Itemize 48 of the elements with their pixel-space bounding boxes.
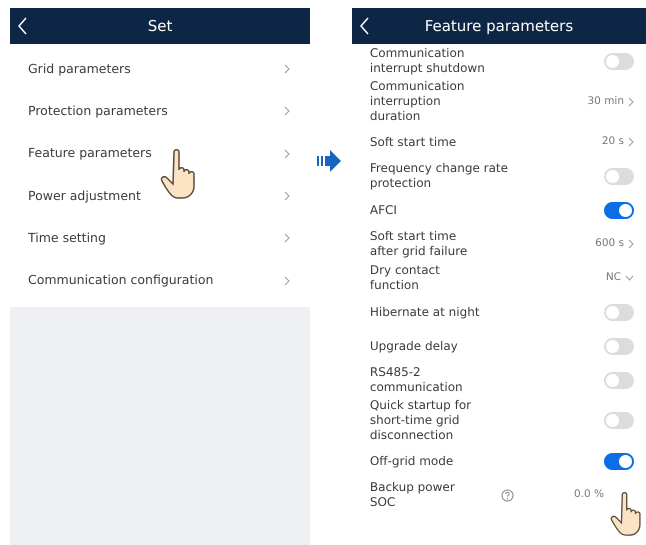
setting-label: Dry contact function — [370, 263, 440, 293]
chevron-right-icon — [284, 191, 290, 202]
toggle-switch[interactable] — [604, 52, 634, 70]
chevron-right-icon — [284, 64, 290, 74]
help-icon[interactable] — [500, 488, 514, 502]
toggle-switch[interactable] — [604, 168, 634, 184]
setting-label: Backup power SOC — [370, 480, 455, 510]
toggle-switch[interactable] — [604, 338, 634, 354]
toggle-switch[interactable] — [604, 202, 634, 218]
menu-item[interactable]: Communication configuration — [10, 259, 310, 302]
chevron-right-icon — [628, 137, 634, 147]
menu-item[interactable]: Protection parameters — [10, 90, 310, 133]
menu-item[interactable]: Feature parameters — [10, 132, 310, 175]
setting-label: Off-grid mode — [370, 454, 454, 468]
toggle-switch[interactable] — [604, 452, 634, 470]
forward-arrow-icon — [316, 148, 342, 174]
chevron-right-icon — [628, 239, 634, 249]
setting-label: Quick startup for short-time grid disconnection — [370, 398, 472, 443]
menu-item[interactable]: Power adjustment — [10, 174, 310, 218]
chevron-right-icon — [284, 106, 290, 116]
setting-label: AFCI — [370, 202, 397, 218]
toggle-switch[interactable] — [604, 304, 634, 320]
screen-title: Set — [146, 16, 174, 37]
setting-label: RS485-2 communication — [370, 365, 463, 395]
value-link[interactable]: 30 min — [588, 94, 634, 110]
caret-icon — [625, 275, 634, 281]
setting-label: Frequency change rate protection — [370, 161, 508, 191]
setting-label: Upgrade delay — [370, 338, 458, 354]
toggle-switch[interactable] — [604, 372, 634, 388]
value-text: 0.0 % — [574, 487, 604, 502]
toggle-switch[interactable] — [604, 412, 634, 429]
back-icon[interactable] — [18, 17, 28, 35]
setting-label: Soft start time — [370, 134, 456, 150]
chevron-right-icon — [284, 233, 290, 244]
value-link[interactable]: 600 s — [595, 236, 634, 252]
menu-item[interactable]: Grid parameters — [10, 48, 310, 90]
setting-label: Communication interruption duration — [370, 79, 464, 124]
menu-item[interactable]: Time setting — [10, 217, 310, 260]
chevron-right-icon — [628, 96, 634, 106]
chevron-right-icon — [284, 148, 290, 159]
setting-label: Soft start time after grid failure — [370, 229, 468, 259]
setting-label: Hibernate at night — [370, 304, 480, 320]
chevron-right-icon — [284, 276, 290, 286]
value-link[interactable]: 20 s — [602, 134, 634, 150]
back-icon[interactable] — [360, 17, 370, 35]
dropdown[interactable]: NC — [606, 270, 634, 286]
setting-label: Communication interrupt shutdown — [370, 46, 485, 76]
screen-title: Feature parameters — [424, 16, 574, 37]
